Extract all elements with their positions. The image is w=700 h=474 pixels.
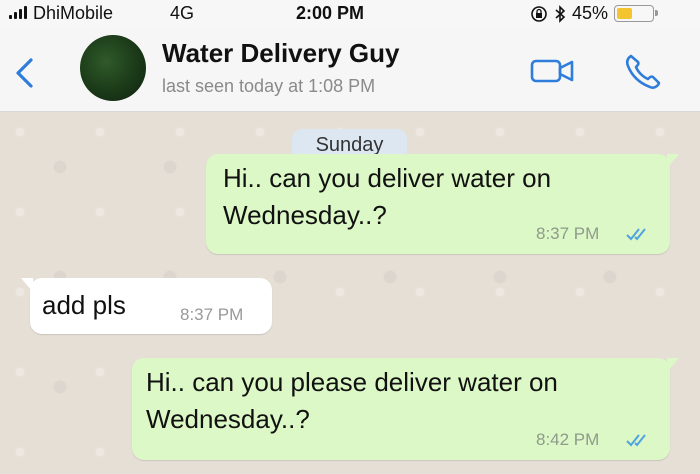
network-type: 4G bbox=[170, 3, 195, 23]
battery-percent: 45% bbox=[572, 3, 609, 23]
chat-area[interactable]: Sunday Hi.. can you deliver water on Wed… bbox=[0, 112, 700, 474]
back-button[interactable] bbox=[10, 56, 40, 90]
outgoing-message[interactable]: Hi.. can you please deliver water on Wed… bbox=[132, 358, 679, 460]
video-camera-icon bbox=[530, 59, 574, 83]
contact-name[interactable]: Water Delivery Guy bbox=[162, 38, 399, 69]
message-text: Hi.. can you please deliver water on Wed… bbox=[146, 364, 558, 438]
chat-header: Water Delivery Guy last seen today at 1:… bbox=[0, 26, 700, 112]
carrier-name: DhiMobile bbox=[33, 3, 114, 23]
signal-bars-icon bbox=[9, 6, 27, 19]
message-time: 8:42 PM bbox=[536, 430, 600, 449]
message-time: 8:37 PM bbox=[536, 224, 600, 243]
message-line: Hi.. can you please deliver water on bbox=[146, 367, 558, 397]
incoming-message[interactable]: add pls 8:37 PM bbox=[21, 278, 272, 334]
voice-call-button[interactable] bbox=[622, 52, 664, 92]
status-time: 2:00 PM bbox=[296, 3, 365, 23]
message-time: 8:37 PM bbox=[180, 305, 244, 324]
back-chevron-icon bbox=[16, 58, 33, 88]
outgoing-message[interactable]: Hi.. can you deliver water on Wednesday.… bbox=[206, 154, 679, 254]
orientation-lock-icon bbox=[531, 5, 547, 22]
message-text: Hi.. can you deliver water on Wednesday.… bbox=[223, 160, 551, 234]
message-line: add pls bbox=[42, 290, 126, 320]
message-line: Wednesday..? bbox=[223, 200, 387, 230]
message-line: Hi.. can you deliver water on bbox=[223, 163, 552, 193]
double-check-icon bbox=[626, 228, 646, 241]
status-right-group: 45% bbox=[530, 3, 659, 24]
message-line: Wednesday..? bbox=[146, 404, 310, 434]
bluetooth-icon bbox=[555, 4, 566, 23]
phone-icon bbox=[625, 54, 661, 89]
status-bar: DhiMobile 4G 2:00 PM 45% bbox=[0, 0, 700, 26]
avatar[interactable] bbox=[80, 35, 146, 101]
battery-fill bbox=[617, 8, 633, 19]
last-seen-status: last seen today at 1:08 PM bbox=[162, 76, 376, 96]
battery-icon bbox=[614, 5, 659, 22]
message-text: add pls bbox=[42, 287, 126, 324]
double-check-icon bbox=[626, 434, 646, 447]
video-call-button[interactable] bbox=[530, 58, 576, 84]
